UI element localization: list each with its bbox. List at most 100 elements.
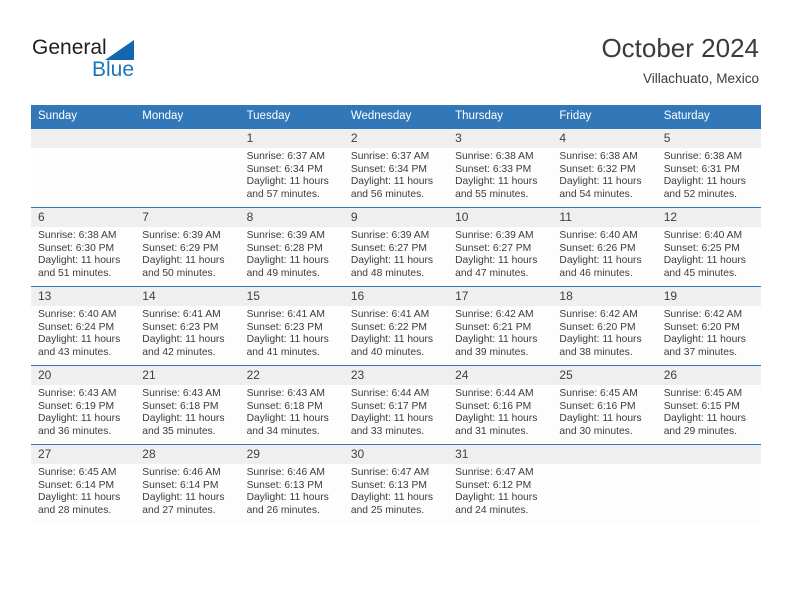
sunset-time: Sunset: 6:28 PM <box>246 242 323 254</box>
calendar-day-cell[interactable]: 12 Sunrise: 6:40 AM Sunset: 6:25 PM Dayligh… <box>656 207 761 287</box>
sun-times: Sunrise: 6:45 AM Sunset: 6:14 PM Daylight:… <box>31 464 135 517</box>
calendar-day-cell[interactable]: 18 Sunrise: 6:42 AM Sunset: 6:20 PM Dayligh… <box>552 286 657 366</box>
sunset-time: Sunset: 6:32 PM <box>559 163 636 175</box>
day-cell-inner: 23 Sunrise: 6:44 AM Sunset: 6:17 PM Dayligh… <box>343 366 449 444</box>
daylight-duration-line1: Daylight: 11 hours <box>38 413 121 425</box>
daylight-duration-line2: and 31 minutes. <box>455 425 529 437</box>
day-number: 20 <box>31 366 136 385</box>
day-number: 16 <box>343 287 449 306</box>
day-number: 30 <box>343 445 449 464</box>
daylight-duration-line2: and 55 minutes. <box>455 188 529 200</box>
day-number: 5 <box>656 129 761 148</box>
sun-times: Sunrise: 6:39 AM Sunset: 6:27 PM Daylight:… <box>448 227 552 280</box>
day-cell-inner: 27 Sunrise: 6:45 AM Sunset: 6:14 PM Dayligh… <box>31 445 136 523</box>
sunset-time: Sunset: 6:17 PM <box>350 400 427 412</box>
calendar-day-cell[interactable]: 24 Sunrise: 6:44 AM Sunset: 6:16 PM Dayligh… <box>448 365 553 445</box>
calendar-day-cell[interactable]: 6 Sunrise: 6:38 AM Sunset: 6:30 PM Daylight… <box>31 207 136 287</box>
day-of-week-header-row: Sunday Monday Tuesday Wednesday Thursday… <box>31 105 761 129</box>
daylight-duration-line1: Daylight: 11 hours <box>142 334 225 346</box>
calendar-day-cell[interactable]: 26 Sunrise: 6:45 AM Sunset: 6:15 PM Dayligh… <box>656 365 761 445</box>
sun-times: Sunrise: 6:39 AM Sunset: 6:27 PM Daylight:… <box>344 227 448 280</box>
calendar-day-cell[interactable]: 14 Sunrise: 6:41 AM Sunset: 6:23 PM Dayligh… <box>135 286 240 366</box>
daylight-duration-line2: and 42 minutes. <box>142 346 216 358</box>
daylight-duration-line1: Daylight: 11 hours <box>142 492 225 504</box>
day-cell-inner <box>656 445 761 523</box>
day-number: 3 <box>448 129 553 148</box>
calendar-day-cell[interactable]: 5 Sunrise: 6:38 AM Sunset: 6:31 PM Daylight… <box>656 128 761 208</box>
daylight-duration-line2: and 33 minutes. <box>350 425 425 437</box>
calendar-day-cell[interactable]: 31 Sunrise: 6:47 AM Sunset: 6:12 PM Dayligh… <box>448 444 553 523</box>
sunrise-time: Sunrise: 6:41 AM <box>350 309 430 320</box>
calendar-day-cell[interactable]: 20 Sunrise: 6:43 AM Sunset: 6:19 PM Dayligh… <box>31 365 136 445</box>
daylight-duration-line2: and 37 minutes. <box>663 346 737 358</box>
sunrise-time: Sunrise: 6:41 AM <box>142 309 221 320</box>
calendar-day-cell[interactable]: 2 Sunrise: 6:37 AM Sunset: 6:34 PM Daylight… <box>343 128 449 208</box>
day-cell-inner: 12 Sunrise: 6:40 AM Sunset: 6:25 PM Dayligh… <box>656 208 761 286</box>
sunrise-time: Sunrise: 6:46 AM <box>246 467 325 478</box>
day-cell-inner: 7 Sunrise: 6:39 AM Sunset: 6:29 PM Daylight… <box>135 208 240 286</box>
sunset-time: Sunset: 6:29 PM <box>142 242 219 254</box>
daylight-duration-line2: and 48 minutes. <box>350 267 425 279</box>
sun-times: Sunrise: 6:37 AM Sunset: 6:34 PM Daylight:… <box>240 148 344 201</box>
sun-times: Sunrise: 6:43 AM Sunset: 6:19 PM Daylight:… <box>31 385 135 438</box>
brand-logo[interactable]: General Blue <box>32 36 152 86</box>
triangle-icon <box>105 40 134 60</box>
calendar-day-cell[interactable]: 29 Sunrise: 6:46 AM Sunset: 6:13 PM Dayligh… <box>239 444 344 523</box>
sunrise-time: Sunrise: 6:39 AM <box>142 230 221 241</box>
calendar-day-cell[interactable]: 10 Sunrise: 6:39 AM Sunset: 6:27 PM Dayligh… <box>448 207 553 287</box>
day-number <box>135 129 240 148</box>
calendar-day-cell[interactable]: 13 Sunrise: 6:40 AM Sunset: 6:24 PM Dayligh… <box>31 286 136 366</box>
sun-times: Sunrise: 6:46 AM Sunset: 6:14 PM Daylight:… <box>135 464 239 517</box>
day-cell-inner <box>552 445 657 523</box>
sunset-time: Sunset: 6:23 PM <box>142 321 219 333</box>
day-header-sunday: Sunday <box>31 105 136 129</box>
sunrise-time: Sunrise: 6:38 AM <box>455 151 534 162</box>
calendar-day-cell[interactable]: 23 Sunrise: 6:44 AM Sunset: 6:17 PM Dayligh… <box>343 365 449 445</box>
daylight-duration-line1: Daylight: 11 hours <box>38 255 121 267</box>
calendar-day-cell[interactable]: 22 Sunrise: 6:43 AM Sunset: 6:18 PM Dayligh… <box>239 365 344 445</box>
daylight-duration-line1: Daylight: 11 hours <box>38 492 121 504</box>
calendar-day-cell[interactable]: 25 Sunrise: 6:45 AM Sunset: 6:16 PM Dayligh… <box>552 365 657 445</box>
sun-times: Sunrise: 6:38 AM Sunset: 6:33 PM Daylight:… <box>448 148 552 201</box>
sunset-time: Sunset: 6:12 PM <box>455 479 532 491</box>
sunset-time: Sunset: 6:16 PM <box>455 400 532 412</box>
calendar-day-cell[interactable]: 16 Sunrise: 6:41 AM Sunset: 6:22 PM Dayligh… <box>343 286 449 366</box>
daylight-duration-line2: and 52 minutes. <box>663 188 737 200</box>
calendar-week-row: 1 Sunrise: 6:37 AM Sunset: 6:34 PM Daylight… <box>31 128 761 208</box>
calendar-day-cell[interactable]: 19 Sunrise: 6:42 AM Sunset: 6:20 PM Dayligh… <box>656 286 761 366</box>
calendar-day-cell[interactable]: 30 Sunrise: 6:47 AM Sunset: 6:13 PM Dayligh… <box>343 444 449 523</box>
sunrise-time: Sunrise: 6:40 AM <box>559 230 638 241</box>
sunrise-time: Sunrise: 6:40 AM <box>38 309 117 320</box>
sun-times: Sunrise: 6:41 AM Sunset: 6:22 PM Daylight:… <box>344 306 448 359</box>
calendar-day-cell[interactable]: 27 Sunrise: 6:45 AM Sunset: 6:14 PM Dayligh… <box>31 444 136 523</box>
calendar-day-cell[interactable]: 11 Sunrise: 6:40 AM Sunset: 6:26 PM Dayligh… <box>552 207 657 287</box>
daylight-duration-line1: Daylight: 11 hours <box>559 413 642 425</box>
day-cell-inner: 1 Sunrise: 6:37 AM Sunset: 6:34 PM Daylight… <box>239 129 344 207</box>
calendar-day-cell[interactable]: 28 Sunrise: 6:46 AM Sunset: 6:14 PM Dayligh… <box>135 444 240 523</box>
sunset-time: Sunset: 6:27 PM <box>455 242 532 254</box>
calendar-day-cell[interactable]: 8 Sunrise: 6:39 AM Sunset: 6:28 PM Daylight… <box>239 207 344 287</box>
daylight-duration-line1: Daylight: 11 hours <box>246 255 329 267</box>
daylight-duration-line1: Daylight: 11 hours <box>246 176 329 188</box>
calendar-day-cell[interactable]: 7 Sunrise: 6:39 AM Sunset: 6:29 PM Daylight… <box>135 207 240 287</box>
sunset-time: Sunset: 6:26 PM <box>559 242 636 254</box>
daylight-duration-line2: and 38 minutes. <box>559 346 633 358</box>
daylight-duration-line2: and 51 minutes. <box>38 267 112 279</box>
calendar-day-cell-empty <box>31 128 136 208</box>
daylight-duration-line2: and 43 minutes. <box>38 346 112 358</box>
calendar-day-cell[interactable]: 1 Sunrise: 6:37 AM Sunset: 6:34 PM Daylight… <box>239 128 344 208</box>
calendar-day-cell[interactable]: 9 Sunrise: 6:39 AM Sunset: 6:27 PM Daylight… <box>343 207 449 287</box>
calendar-day-cell[interactable]: 4 Sunrise: 6:38 AM Sunset: 6:32 PM Daylight… <box>552 128 657 208</box>
sun-times: Sunrise: 6:43 AM Sunset: 6:18 PM Daylight:… <box>240 385 344 438</box>
calendar-day-cell[interactable]: 17 Sunrise: 6:42 AM Sunset: 6:21 PM Dayligh… <box>448 286 553 366</box>
calendar-day-cell[interactable]: 15 Sunrise: 6:41 AM Sunset: 6:23 PM Dayligh… <box>239 286 344 366</box>
day-header-monday: Monday <box>135 105 240 129</box>
daylight-duration-line1: Daylight: 11 hours <box>142 255 225 267</box>
calendar-day-cell[interactable]: 21 Sunrise: 6:43 AM Sunset: 6:18 PM Dayligh… <box>135 365 240 445</box>
daylight-duration-line1: Daylight: 11 hours <box>455 255 538 267</box>
daylight-duration-line1: Daylight: 11 hours <box>663 334 746 346</box>
calendar-day-cell[interactable]: 3 Sunrise: 6:38 AM Sunset: 6:33 PM Daylight… <box>448 128 553 208</box>
day-number: 8 <box>239 208 344 227</box>
day-cell-inner: 8 Sunrise: 6:39 AM Sunset: 6:28 PM Daylight… <box>239 208 344 286</box>
day-number: 11 <box>552 208 657 227</box>
